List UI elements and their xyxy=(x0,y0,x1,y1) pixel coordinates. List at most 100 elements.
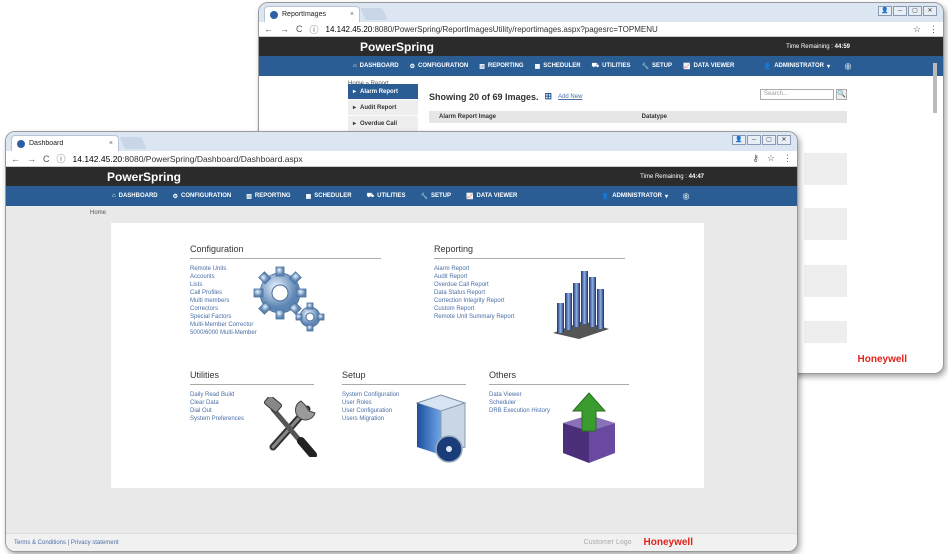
nav-label: REPORTING xyxy=(487,63,524,69)
sidebar-item-overdue-call[interactable]: ▸ Overdue Call xyxy=(348,116,418,132)
forward-arrow-icon[interactable]: → xyxy=(280,24,289,34)
nav-data-viewer[interactable]: 📈 DATA VIEWER xyxy=(683,63,734,70)
add-new-link[interactable]: Add New xyxy=(558,94,582,100)
admin-menu[interactable]: 👤 ADMINISTRATOR ▾ xyxy=(764,62,830,71)
close-window-button[interactable]: ✕ xyxy=(923,6,937,16)
nav-label: REPORTING xyxy=(254,193,291,199)
app-brand: PowerSpring xyxy=(107,169,182,184)
sidebar-item-audit-report[interactable]: ▸ Audit Report xyxy=(348,100,418,116)
time-value: 44:59 xyxy=(834,43,850,50)
url-field[interactable]: 14.142.45.20:8080/PowerSpring/Dashboard/… xyxy=(73,154,303,164)
star-icon[interactable]: ☆ xyxy=(913,24,921,35)
admin-label: ADMINISTRATOR xyxy=(774,63,824,69)
key-icon[interactable]: ⚷ xyxy=(752,153,759,164)
table-row xyxy=(804,153,847,185)
url-host: 14.142.45.20 xyxy=(72,153,123,164)
maximize-button[interactable]: ▢ xyxy=(762,135,776,145)
browser-tab-reportimages[interactable]: ReportImages × xyxy=(264,6,360,22)
nav-label: DASHBOARD xyxy=(118,193,158,199)
nav-dashboard[interactable]: ⌂ DASHBOARD xyxy=(112,193,158,199)
minimize-button[interactable]: ─ xyxy=(893,6,907,16)
reload-icon[interactable]: C xyxy=(296,24,303,34)
maximize-button[interactable]: ▢ xyxy=(908,6,922,16)
url-host: 14.142.45.20 xyxy=(325,24,373,34)
package-upload-icon xyxy=(563,392,615,463)
search-button[interactable]: 🔍 xyxy=(836,89,847,100)
browser-tab-dashboard[interactable]: Dashboard × xyxy=(11,135,119,151)
sidebar-label: Overdue Call xyxy=(360,120,398,127)
help-icon[interactable]: ⓪ xyxy=(845,62,851,71)
minimize-button[interactable]: ─ xyxy=(747,135,761,145)
nav-label: DATA VIEWER xyxy=(693,63,735,69)
close-tab-icon[interactable]: × xyxy=(350,11,354,18)
admin-label: ADMINISTRATOR xyxy=(612,193,662,199)
bar-chart-icon xyxy=(553,271,609,339)
time-remaining: Time Remaining : 44:59 xyxy=(786,44,850,50)
nav-configuration[interactable]: ⚙ CONFIGURATION xyxy=(410,63,469,70)
tab-strip: Dashboard × 👤 ─ ▢ ✕ xyxy=(6,132,797,151)
new-tab-button[interactable] xyxy=(119,137,147,149)
url-field[interactable]: 14.142.45.20:8080/PowerSpring/ReportImag… xyxy=(326,25,658,34)
close-window-button[interactable]: ✕ xyxy=(777,135,791,145)
nav-reporting[interactable]: ▥ REPORTING xyxy=(479,63,523,70)
showing-text: Showing 20 of 69 Images. xyxy=(429,91,539,102)
app-brand: PowerSpring xyxy=(360,39,435,54)
dashboard-panel: Configuration Remote Units Accounts List… xyxy=(111,223,704,488)
reload-icon[interactable]: C xyxy=(43,154,50,164)
nav-configuration[interactable]: ⚙ CONFIGURATION xyxy=(173,193,232,200)
time-label: Time Remaining : xyxy=(640,173,689,180)
column-header: Datatype xyxy=(641,114,667,120)
info-icon[interactable]: ⓘ xyxy=(310,23,319,36)
star-icon[interactable]: ☆ xyxy=(767,153,775,164)
table-row xyxy=(804,265,847,297)
admin-menu[interactable]: 👤 ADMINISTRATOR ▾ xyxy=(602,192,668,201)
nav-label: DATA VIEWER xyxy=(476,193,518,199)
nav-label: CONFIGURATION xyxy=(418,63,469,69)
user-icon[interactable]: 👤 xyxy=(878,6,892,16)
scrollbar[interactable] xyxy=(933,63,937,113)
nav-label: DASHBOARD xyxy=(359,63,399,69)
tab-title: Dashboard xyxy=(29,140,64,147)
sidebar-label: Alarm Report xyxy=(360,88,399,95)
user-icon[interactable]: 👤 xyxy=(732,135,746,145)
time-value: 44:47 xyxy=(688,173,704,180)
window-controls: 👤 ─ ▢ ✕ xyxy=(878,6,937,16)
menu-icon[interactable]: ⋮ xyxy=(929,24,938,35)
dashboard-window: Dashboard × 👤 ─ ▢ ✕ ← → C ⓘ 14.142.45.20:80… xyxy=(5,131,798,552)
footer-links[interactable]: Terms & Conditions | Privacy statement xyxy=(14,540,119,546)
nav-dashboard[interactable]: ⌂ DASHBOARD xyxy=(353,63,399,69)
gears-icon xyxy=(253,266,325,332)
info-icon[interactable]: ⓘ xyxy=(57,152,66,165)
nav-utilities[interactable]: ⛟ UTILITIES xyxy=(367,192,406,200)
nav-utilities[interactable]: ⛟ UTILITIES xyxy=(592,62,631,70)
search-input[interactable]: Search... xyxy=(760,89,834,100)
nav-reporting[interactable]: ▥ REPORTING xyxy=(246,193,290,200)
sidebar-item-alarm-report[interactable]: ▸ Alarm Report xyxy=(348,84,418,100)
back-arrow-icon[interactable]: ← xyxy=(264,24,273,34)
table-header: Alarm Report Image Datatype xyxy=(429,111,847,123)
new-tab-button[interactable] xyxy=(360,8,388,20)
section-title: Others xyxy=(489,370,629,385)
favicon-icon xyxy=(17,139,25,148)
menu-icon[interactable]: ⋮ xyxy=(783,153,792,164)
nav-scheduler[interactable]: ▦ SCHEDULER xyxy=(535,63,581,70)
nav-setup[interactable]: 🔧 SETUP xyxy=(642,63,673,70)
nav-data-viewer[interactable]: 📈 DATA VIEWER xyxy=(466,193,517,200)
favicon-icon xyxy=(270,10,278,19)
nav-setup[interactable]: 🔧 SETUP xyxy=(421,193,452,200)
address-bar: ← → C ⓘ 14.142.45.20:8080/PowerSpring/Re… xyxy=(259,22,943,37)
main-nav: ⌂ DASHBOARD ⚙ CONFIGURATION ▥ REPORTING … xyxy=(6,186,797,206)
url-path: :8080/PowerSpring/ReportImagesUtility/re… xyxy=(372,24,658,34)
nav-scheduler[interactable]: ▦ SCHEDULER xyxy=(306,193,352,200)
software-box-icon xyxy=(415,394,467,463)
help-icon[interactable]: ⓪ xyxy=(683,192,689,201)
add-icon[interactable]: ⊞ xyxy=(545,91,553,102)
close-tab-icon[interactable]: × xyxy=(109,140,113,147)
app-topbar: PowerSpring Time Remaining : 44:47 xyxy=(6,167,797,186)
window-controls: 👤 ─ ▢ ✕ xyxy=(732,135,791,145)
back-arrow-icon[interactable]: ← xyxy=(11,154,20,164)
address-bar: ← → C ⓘ 14.142.45.20:8080/PowerSpring/Da… xyxy=(6,151,797,167)
page-footer: Terms & Conditions | Privacy statement C… xyxy=(6,533,797,551)
forward-arrow-icon[interactable]: → xyxy=(27,154,36,164)
sidebar-label: Audit Report xyxy=(360,104,397,111)
